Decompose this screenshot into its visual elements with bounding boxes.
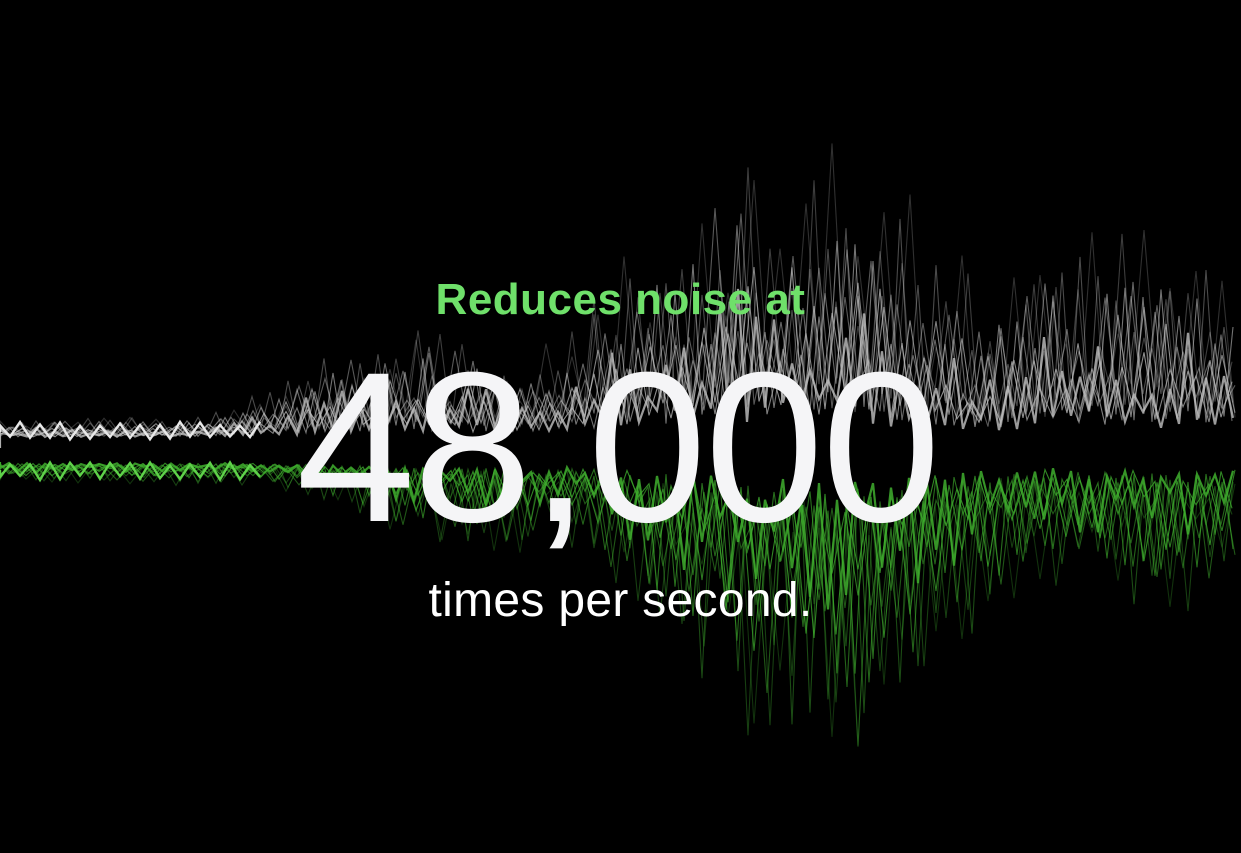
eyebrow-text: Reduces noise at bbox=[435, 275, 806, 324]
hero-section: Reduces noise at 48,000 times per second… bbox=[0, 0, 1241, 853]
hero-caption: times per second. bbox=[428, 574, 813, 627]
hero-number: 48,000 bbox=[296, 328, 941, 567]
